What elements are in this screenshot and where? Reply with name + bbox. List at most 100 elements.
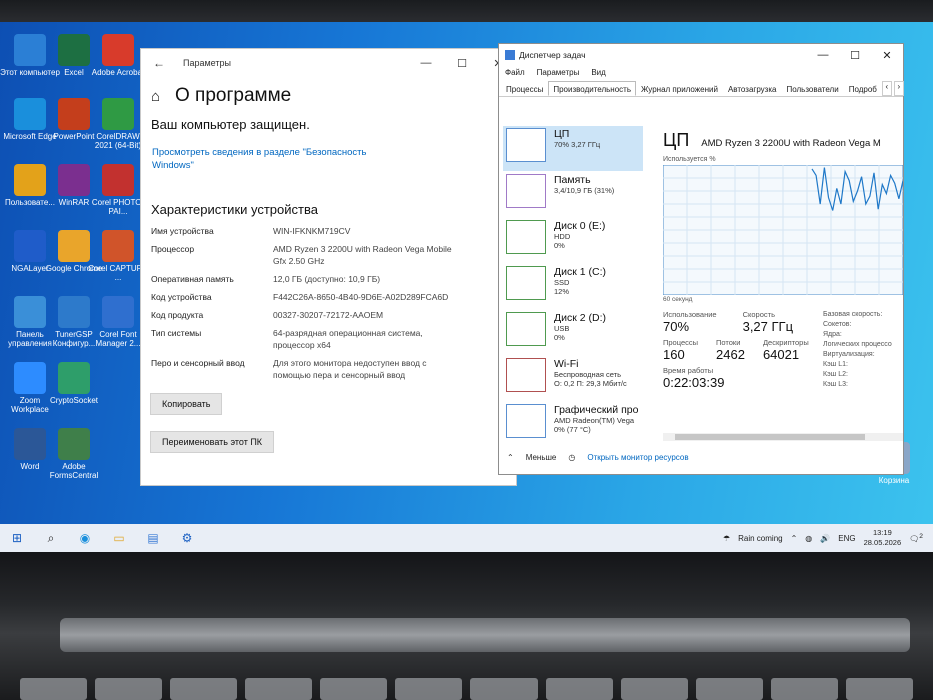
perf-sidebar-item[interactable]: Диск 1 (C:) SSD 12% (503, 264, 643, 309)
device-specs-title: Характеристики устройства (151, 202, 318, 217)
search-icon[interactable]: ⌕ (34, 531, 68, 546)
perf-sidebar-item[interactable]: Диск 0 (E:) HDD 0% (503, 218, 643, 263)
cpu-spec-label: Виртуализация: (823, 351, 875, 358)
tab[interactable]: Пользователи (781, 81, 843, 96)
chevron-right-icon[interactable]: › (893, 81, 904, 96)
desktop-icon[interactable]: CryptoSocket (44, 362, 104, 405)
task-manager-window: Диспетчер задач — ☐ ✕ Файл Параметры Вид П… (498, 43, 904, 475)
perf-item-detail: SSD (554, 278, 570, 287)
minimize-icon[interactable]: — (807, 49, 839, 62)
task-manager-taskbar-icon[interactable]: ▤ (136, 531, 170, 545)
perf-sidebar-item[interactable]: Диск 2 (D:) USB 0% (503, 310, 643, 355)
maximize-icon[interactable]: ☐ (839, 49, 871, 62)
chevron-up-icon[interactable]: ⌃ (507, 453, 514, 462)
tab-scroll-arrows: ‹ › (881, 81, 904, 96)
tab[interactable]: Процессы (501, 81, 548, 96)
back-arrow-icon[interactable]: ← (153, 56, 183, 70)
desktop-icon[interactable]: Corel CAPTURE ... (88, 230, 148, 282)
spec-value: AMD Ryzen 3 2200U with Radeon Vega Mobil… (273, 244, 452, 266)
app-icon (58, 34, 90, 66)
app-icon (102, 230, 134, 262)
tab[interactable]: Автозагрузка (723, 81, 782, 96)
perf-item-detail: USB (554, 324, 570, 333)
maximize-icon[interactable]: ☐ (444, 57, 480, 70)
spec-row: Имя устройства WIN-IFKNKM719CV (141, 225, 516, 237)
tab[interactable]: Производительность (548, 81, 636, 96)
perf-sidebar-item[interactable]: ЦП 70% 3,27 ГГц (503, 126, 643, 171)
notification-icon[interactable]: 🗨2 (909, 533, 923, 544)
desktop-screen: Этот компьютер Excel Adobe Acrobat Microsof… (0, 22, 933, 552)
perf-item-name: ЦП (554, 128, 570, 140)
fewer-details-button[interactable]: Меньше (526, 453, 557, 462)
app-icon (58, 164, 90, 196)
language-indicator[interactable]: ENG (838, 534, 855, 543)
tray-overflow-icon[interactable]: ⌃ (791, 534, 798, 543)
settings-gear-icon[interactable]: ⚙ (170, 531, 204, 545)
desktop-icon-label: Corel PHOTO-PAI... (91, 198, 145, 216)
spec-key: Имя устройства (151, 226, 214, 236)
spec-key: Перо и сенсорный ввод (151, 358, 245, 368)
scrollbar-thumb[interactable] (675, 434, 865, 440)
perf-item-detail: 12% (554, 287, 570, 296)
threads-label: Потоки (716, 338, 741, 347)
resource-monitor-icon: ◷ (568, 453, 576, 462)
menu-item[interactable]: Вид (591, 68, 605, 77)
weather-text[interactable]: Rain coming (738, 534, 782, 543)
page-title: О программе (175, 85, 292, 106)
volume-icon[interactable]: 🔊 (820, 534, 830, 543)
desktop-icon[interactable]: Adobe Acrobat (88, 34, 148, 77)
horizontal-scrollbar[interactable] (663, 433, 903, 441)
speed-value: 3,27 ГГц (742, 319, 794, 334)
menu-item[interactable]: Параметры (537, 68, 580, 77)
perf-item-detail: О: 0,2 П: 29,3 Мбит/с (554, 379, 627, 388)
perf-item-name: Диск 0 (E:) (554, 220, 606, 232)
minimize-icon[interactable]: — (408, 57, 444, 70)
spec-row: Код продукта 00327-30207-72172-AAOEM (141, 309, 516, 321)
perf-sidebar: ЦП 70% 3,27 ГГц Память 3,4/10,9 ГБ (31%) Дис… (503, 126, 643, 448)
start-button-icon[interactable]: ⊞ (0, 531, 34, 545)
app-icon (102, 164, 134, 196)
rename-pc-button[interactable]: Переименовать этот ПК (150, 431, 275, 453)
perf-sidebar-item[interactable]: Графический про AMD Radeon(TM) Vega 0% (77… (503, 402, 643, 447)
cpu-spec-label: Кэш L3: (823, 381, 848, 388)
copy-button[interactable]: Копировать (150, 393, 223, 415)
home-icon[interactable]: ⌂ (151, 88, 175, 105)
desktop-icon[interactable]: CorelDRAW 2021 (64-Bit) (88, 98, 148, 150)
notification-count: 2 (919, 532, 923, 540)
app-icon (102, 34, 134, 66)
mini-graph (506, 312, 546, 346)
perf-item-detail: 70% 3,27 ГГц (554, 140, 601, 149)
task-manager-icon (505, 50, 515, 60)
edge-icon[interactable]: ◉ (68, 531, 102, 545)
cpu-spec-label: Кэш L1: (823, 361, 848, 368)
spec-value: 12,0 ГБ (доступно: 10,9 ГБ) (273, 274, 381, 284)
file-explorer-icon[interactable]: ▭ (102, 531, 136, 545)
perf-sidebar-item[interactable]: Память 3,4/10,9 ГБ (31%) (503, 172, 643, 217)
desktop-icon[interactable]: Corel PHOTO-PAI... (88, 164, 148, 216)
taskmgr-menubar: Файл Параметры Вид (499, 66, 903, 79)
security-link[interactable]: Просмотреть сведения в разделе "Безопасн… (141, 132, 381, 172)
perf-item-detail: 0% (554, 333, 565, 342)
chevron-left-icon[interactable]: ‹ (881, 81, 892, 96)
spec-value: 64-разрядная операционная система, проце… (273, 328, 423, 350)
weather-icon: ☂ (722, 533, 731, 543)
perf-sidebar-item[interactable]: Wi-Fi Беспроводная сеть О: 0,2 П: 29,3 Мби… (503, 356, 643, 401)
app-icon (58, 230, 90, 262)
app-icon (58, 362, 90, 394)
app-icon (14, 362, 46, 394)
desktop-icon-label: CorelDRAW 2021 (64-Bit) (94, 132, 142, 150)
desktop-icon[interactable]: Adobe FormsCentral (44, 428, 104, 480)
app-icon (14, 98, 46, 130)
close-icon[interactable]: ✕ (871, 49, 903, 62)
tab[interactable]: Журнал приложений (636, 81, 723, 96)
menu-item[interactable]: Файл (505, 68, 525, 77)
network-icon[interactable]: ◍ (805, 534, 812, 543)
util-label: Используется % (663, 156, 716, 163)
desktop-icon[interactable]: Corel Font Manager 2... (88, 296, 148, 348)
tab[interactable]: Подроб (844, 81, 882, 96)
usage-value: 70% (663, 319, 690, 334)
mini-graph (506, 404, 546, 438)
clock[interactable]: 13:19 28.05.2026 (864, 528, 902, 548)
desktop-icon-label: CryptoSocket (49, 396, 99, 405)
resource-monitor-link[interactable]: Открыть монитор ресурсов (587, 453, 688, 462)
